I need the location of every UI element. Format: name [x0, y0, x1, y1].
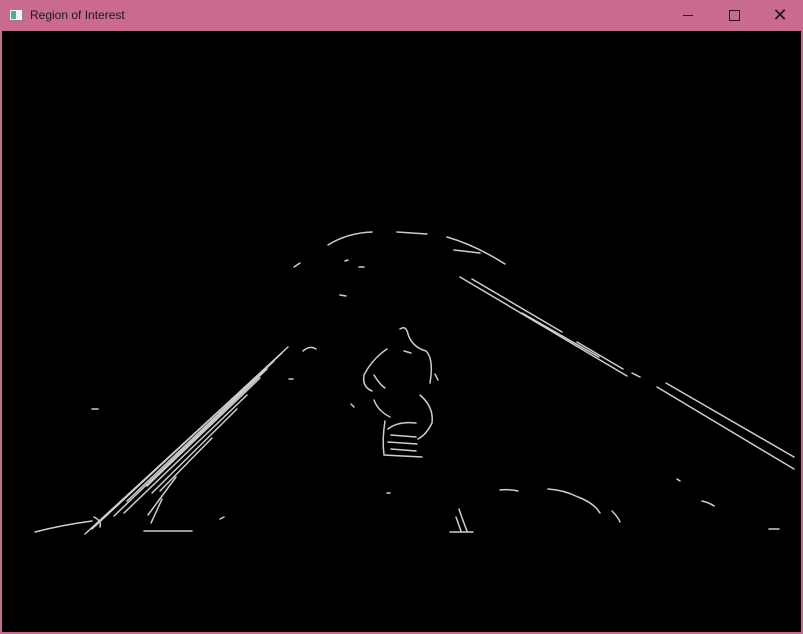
edge-segment — [403, 350, 412, 354]
edge-segment — [656, 386, 795, 470]
edge-segment — [631, 372, 641, 378]
edge-segment — [362, 348, 388, 392]
edge-segment — [390, 448, 417, 452]
edge-segment — [499, 488, 519, 492]
app-icon — [9, 9, 23, 21]
edge-segment — [219, 516, 225, 520]
edge-segment — [576, 341, 624, 370]
close-button[interactable]: ✕ — [757, 0, 803, 31]
edge-segment — [455, 516, 462, 532]
edge-segment — [521, 312, 600, 358]
edge-segment — [471, 278, 563, 333]
edge-image — [34, 231, 795, 535]
image-canvas — [2, 31, 801, 632]
edge-segment — [399, 327, 433, 384]
title-bar[interactable]: Region of Interest ✕ — [0, 0, 803, 31]
edge-segment — [396, 231, 428, 235]
edge-segment — [417, 394, 433, 440]
maximize-button[interactable] — [711, 0, 757, 31]
edge-segment — [113, 368, 268, 517]
edge-segment — [434, 373, 439, 381]
edge-segment — [701, 500, 715, 507]
edge-segment — [293, 262, 301, 268]
edge-segment — [453, 249, 481, 254]
edge-segment — [373, 374, 386, 389]
edge-segment — [387, 421, 417, 430]
edge-segment — [151, 408, 238, 494]
edge-segment — [339, 294, 347, 297]
edge-segment — [123, 394, 248, 514]
edge-segment — [387, 441, 418, 445]
minimize-button[interactable] — [665, 0, 711, 31]
app-window: Region of Interest ✕ — [0, 0, 803, 634]
edge-segment — [665, 382, 795, 458]
edge-segment — [547, 488, 601, 514]
edge-segment — [327, 231, 373, 246]
edge-segment — [146, 377, 261, 487]
maximize-icon — [728, 10, 740, 21]
window-title: Region of Interest — [30, 8, 125, 22]
minimize-icon — [683, 15, 693, 16]
close-icon: ✕ — [772, 4, 788, 26]
edge-segment — [84, 352, 283, 535]
edge-segment — [350, 403, 355, 408]
edge-segment — [302, 346, 317, 352]
edge-segment — [373, 399, 391, 418]
edge-segment — [126, 360, 275, 502]
edge-segment — [611, 510, 621, 523]
edge-segment — [676, 478, 681, 482]
edge-segment — [34, 520, 93, 533]
edge-segment — [344, 259, 349, 262]
edge-segment — [459, 276, 628, 377]
edge-segment — [390, 434, 417, 438]
